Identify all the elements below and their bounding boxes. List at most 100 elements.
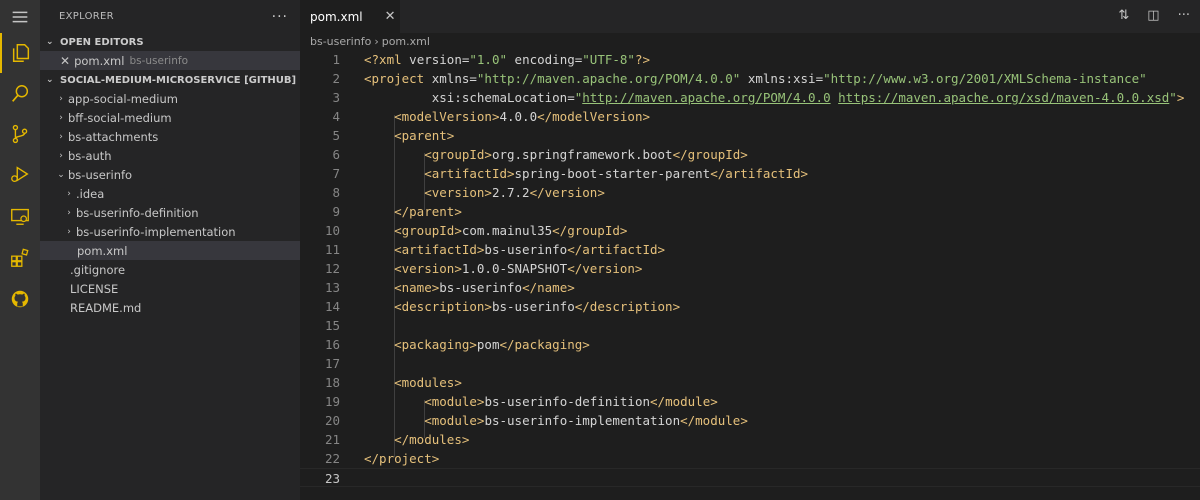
code-line[interactable]: 15	[300, 316, 1200, 335]
github-icon[interactable]	[0, 279, 40, 319]
tree-item-app-social-medium[interactable]: › app-social-medium	[40, 89, 300, 108]
tree-item-bs-userinfo-definition[interactable]: › bs-userinfo-definition	[40, 203, 300, 222]
line-number: 11	[324, 242, 340, 257]
code-token: spring-boot-starter-parent	[514, 166, 711, 181]
code-line[interactable]: 16 <packaging>pom</packaging>	[300, 335, 1200, 354]
line-number: 22	[324, 451, 340, 466]
breadcrumb-file[interactable]: pom.xml	[382, 35, 430, 48]
code-token: 1.0.0-SNAPSHOT	[461, 261, 568, 276]
code-line[interactable]: 21 </modules>	[300, 430, 1200, 449]
code-line[interactable]: 13 <name>bs-userinfo</name>	[300, 278, 1200, 297]
tree-item-bs-auth[interactable]: › bs-auth	[40, 146, 300, 165]
code-text: xsi:schemaLocation= " http://maven.apache.…	[364, 88, 1185, 107]
code-token: <project	[364, 71, 425, 86]
tree-item-idea[interactable]: › .idea	[40, 184, 300, 203]
code-token: </name>	[522, 280, 575, 295]
code-token: encoding=	[507, 52, 583, 67]
search-icon[interactable]	[0, 74, 40, 114]
code-token: </modelVersion>	[537, 109, 650, 124]
menu-icon[interactable]	[0, 0, 40, 33]
code-line[interactable]: 19 <module>bs-userinfo-definition</modul…	[300, 392, 1200, 411]
code-line[interactable]: 4 <modelVersion>4.0.0</modelVersion>	[300, 107, 1200, 126]
code-line[interactable]: 12 <version>1.0.0-SNAPSHOT</version>	[300, 259, 1200, 278]
open-editor-item[interactable]: ✕ pom.xml bs-userinfo	[40, 51, 300, 70]
split-editor-icon[interactable]: ◫	[1147, 8, 1159, 23]
line-number: 20	[324, 413, 340, 428]
code-editor[interactable]: 1 <?xml version="1.0" encoding="UTF-8"?> 2…	[300, 49, 1200, 500]
code-text: <artifactId>spring-boot-starter-parent</…	[364, 164, 808, 183]
code-token: 4.0.0	[499, 109, 538, 124]
code-line[interactable]: 2 <project xmlns="http://maven.apache.org…	[300, 69, 1200, 88]
code-text: </project>	[364, 449, 439, 468]
breadcrumb-folder[interactable]: bs-userinfo	[310, 35, 371, 48]
extensions-icon[interactable]	[0, 238, 40, 278]
code-line[interactable]: 23	[300, 468, 1200, 487]
code-token: org.springframework.boot	[491, 147, 673, 162]
code-token: </artifactId>	[567, 242, 666, 257]
tree-item-license[interactable]: LICENSE	[40, 279, 300, 298]
run-debug-icon[interactable]	[0, 154, 40, 194]
code-line[interactable]: 7 <artifactId>spring-boot-starter-parent…	[300, 164, 1200, 183]
code-text: <module>bs-userinfo-definition</module>	[364, 392, 718, 411]
close-editor-icon[interactable]: ✕	[60, 54, 70, 68]
project-label: SOCIAL-MEDIUM-MICROSERVICE [GITHUB]	[60, 74, 297, 86]
code-line[interactable]: 18 <modules>	[300, 373, 1200, 392]
code-token: xsi:schemaLocation=	[364, 90, 575, 105]
code-token: </groupId>	[552, 223, 628, 238]
code-line[interactable]: 10 <groupId>com.mainul35</groupId>	[300, 221, 1200, 240]
tree-item-pom-xml[interactable]: pom.xml	[40, 241, 300, 260]
code-line[interactable]: 3 xsi:schemaLocation= " http://maven.apach…	[300, 88, 1200, 107]
chevron-right-icon: ›	[67, 188, 71, 199]
code-token: <groupId>	[394, 223, 462, 238]
tree-item-gitignore[interactable]: .gitignore	[40, 260, 300, 279]
close-tab-icon[interactable]: ✕	[385, 9, 396, 24]
tree-item-bs-attachments[interactable]: › bs-attachments	[40, 127, 300, 146]
code-text: <version>1.0.0-SNAPSHOT</version>	[364, 259, 642, 278]
code-line[interactable]: 17	[300, 354, 1200, 373]
tree-item-label: pom.xml	[77, 243, 128, 258]
code-line[interactable]: 11 <artifactId>bs-userinfo</artifactId>	[300, 240, 1200, 259]
code-line[interactable]: 14 <description>bs-userinfo</description…	[300, 297, 1200, 316]
code-token[interactable]: http://maven.apache.org/POM/4.0.0	[582, 90, 830, 105]
tree-item-bs-userinfo[interactable]: ⌄ bs-userinfo	[40, 165, 300, 184]
code-token: <artifactId>	[394, 242, 485, 257]
code-token: xmlns=	[424, 71, 477, 86]
line-number: 6	[332, 147, 340, 162]
code-token: <module>	[424, 413, 485, 428]
code-token: <version>	[424, 185, 492, 200]
code-line[interactable]: 22 </project>	[300, 449, 1200, 468]
line-number: 9	[332, 204, 340, 219]
code-text: </parent>	[364, 202, 462, 221]
chevron-right-icon: ›	[59, 150, 63, 161]
code-line[interactable]: 8 <version>2.7.2</version>	[300, 183, 1200, 202]
code-line[interactable]: 5 <parent>	[300, 126, 1200, 145]
code-line[interactable]: 20 <module>bs-userinfo-implementation</m…	[300, 411, 1200, 430]
explorer-icon[interactable]	[0, 33, 40, 73]
more-actions-icon[interactable]: ···	[272, 9, 288, 25]
code-token: <artifactId>	[424, 166, 515, 181]
source-control-icon[interactable]	[0, 114, 40, 154]
code-line[interactable]: 1 <?xml version="1.0" encoding="UTF-8"?>	[300, 50, 1200, 69]
tree-item-readme[interactable]: README.md	[40, 298, 300, 317]
more-actions-icon[interactable]: ···	[1178, 8, 1190, 23]
code-token: bs-userinfo-definition	[484, 394, 651, 409]
code-line[interactable]: 9 </parent>	[300, 202, 1200, 221]
code-line[interactable]: 6 <groupId>org.springframework.boot</gro…	[300, 145, 1200, 164]
code-token[interactable]: https://maven.apache.org/xsd/maven-4.0.0…	[838, 90, 1169, 105]
open-editors-section[interactable]: ⌄ OPEN EDITORS	[40, 33, 300, 51]
code-token: com.mainul35	[461, 223, 553, 238]
tree-item-bff-social-medium[interactable]: › bff-social-medium	[40, 108, 300, 127]
code-text: <packaging>pom</packaging>	[364, 335, 590, 354]
compare-changes-icon[interactable]: ⇅	[1118, 8, 1129, 23]
line-number: 3	[332, 90, 340, 105]
tab-pom-xml[interactable]: pom.xml ✕	[300, 0, 400, 33]
tree-item-bs-userinfo-implementation[interactable]: › bs-userinfo-implementation	[40, 222, 300, 241]
project-section[interactable]: ⌄ SOCIAL-MEDIUM-MICROSERVICE [GITHUB]	[40, 71, 300, 89]
remote-explorer-icon[interactable]	[0, 196, 40, 236]
tree-item-label: bs-userinfo-implementation	[76, 224, 236, 239]
